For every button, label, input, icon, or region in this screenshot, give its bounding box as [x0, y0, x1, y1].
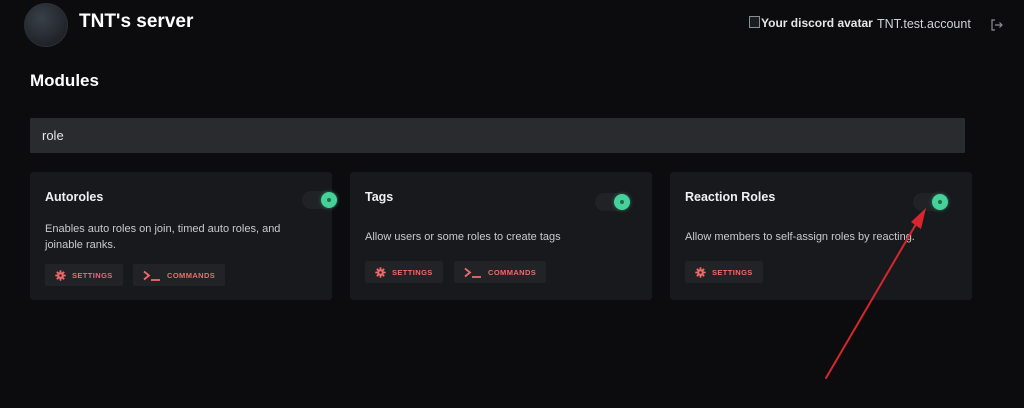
toggle-knob — [321, 192, 337, 208]
settings-button-label: SETTINGS — [392, 267, 433, 277]
header: TNT's server Your discord avatar TNT.tes… — [0, 0, 1024, 50]
gear-icon — [695, 266, 706, 278]
terminal-icon — [143, 270, 161, 281]
module-toggle[interactable] — [302, 191, 338, 209]
module-title: Autoroles — [45, 190, 104, 204]
module-title: Reaction Roles — [685, 190, 776, 204]
module-card-reaction-roles: Reaction Roles Allow members to self-ass… — [670, 172, 972, 300]
module-description: Enables auto roles on join, timed auto r… — [45, 223, 281, 251]
broken-image-icon — [749, 16, 760, 28]
module-description: Allow members to self-assign roles by re… — [685, 231, 915, 243]
toggle-knob — [614, 194, 630, 210]
user-avatar[interactable]: Your discord avatar — [749, 16, 873, 30]
module-card-tags: Tags Allow users or some roles to create… — [350, 172, 652, 300]
commands-button[interactable]: COMMANDS — [133, 264, 226, 286]
user-name[interactable]: TNT.test.account — [877, 17, 971, 31]
logout-icon[interactable] — [989, 17, 1005, 33]
commands-button-label: COMMANDS — [488, 267, 537, 277]
settings-button-label: SETTINGS — [72, 270, 113, 280]
dashboard-page: TNT's server Your discord avatar TNT.tes… — [0, 0, 1024, 408]
user-avatar-alt-text: Your discord avatar — [761, 16, 873, 30]
server-name: TNT's server — [79, 11, 194, 32]
module-card-autoroles: Autoroles Enables auto roles on join, ti… — [30, 172, 338, 300]
commands-button[interactable]: COMMANDS — [454, 261, 547, 283]
settings-button[interactable]: SETTINGS — [685, 261, 763, 283]
module-description: Allow users or some roles to create tags — [365, 231, 561, 243]
commands-button-label: COMMANDS — [167, 270, 216, 280]
server-avatar[interactable] — [24, 3, 68, 47]
gear-icon — [375, 266, 386, 278]
terminal-icon — [464, 267, 482, 278]
settings-button[interactable]: SETTINGS — [365, 261, 443, 283]
search-input[interactable] — [30, 118, 965, 153]
page-title: Modules — [30, 71, 99, 90]
toggle-knob — [932, 194, 948, 210]
module-title: Tags — [365, 190, 394, 204]
module-toggle[interactable] — [913, 193, 949, 211]
settings-button[interactable]: SETTINGS — [45, 264, 123, 286]
settings-button-label: SETTINGS — [712, 267, 753, 277]
gear-icon — [55, 269, 66, 281]
module-toggle[interactable] — [595, 193, 631, 211]
